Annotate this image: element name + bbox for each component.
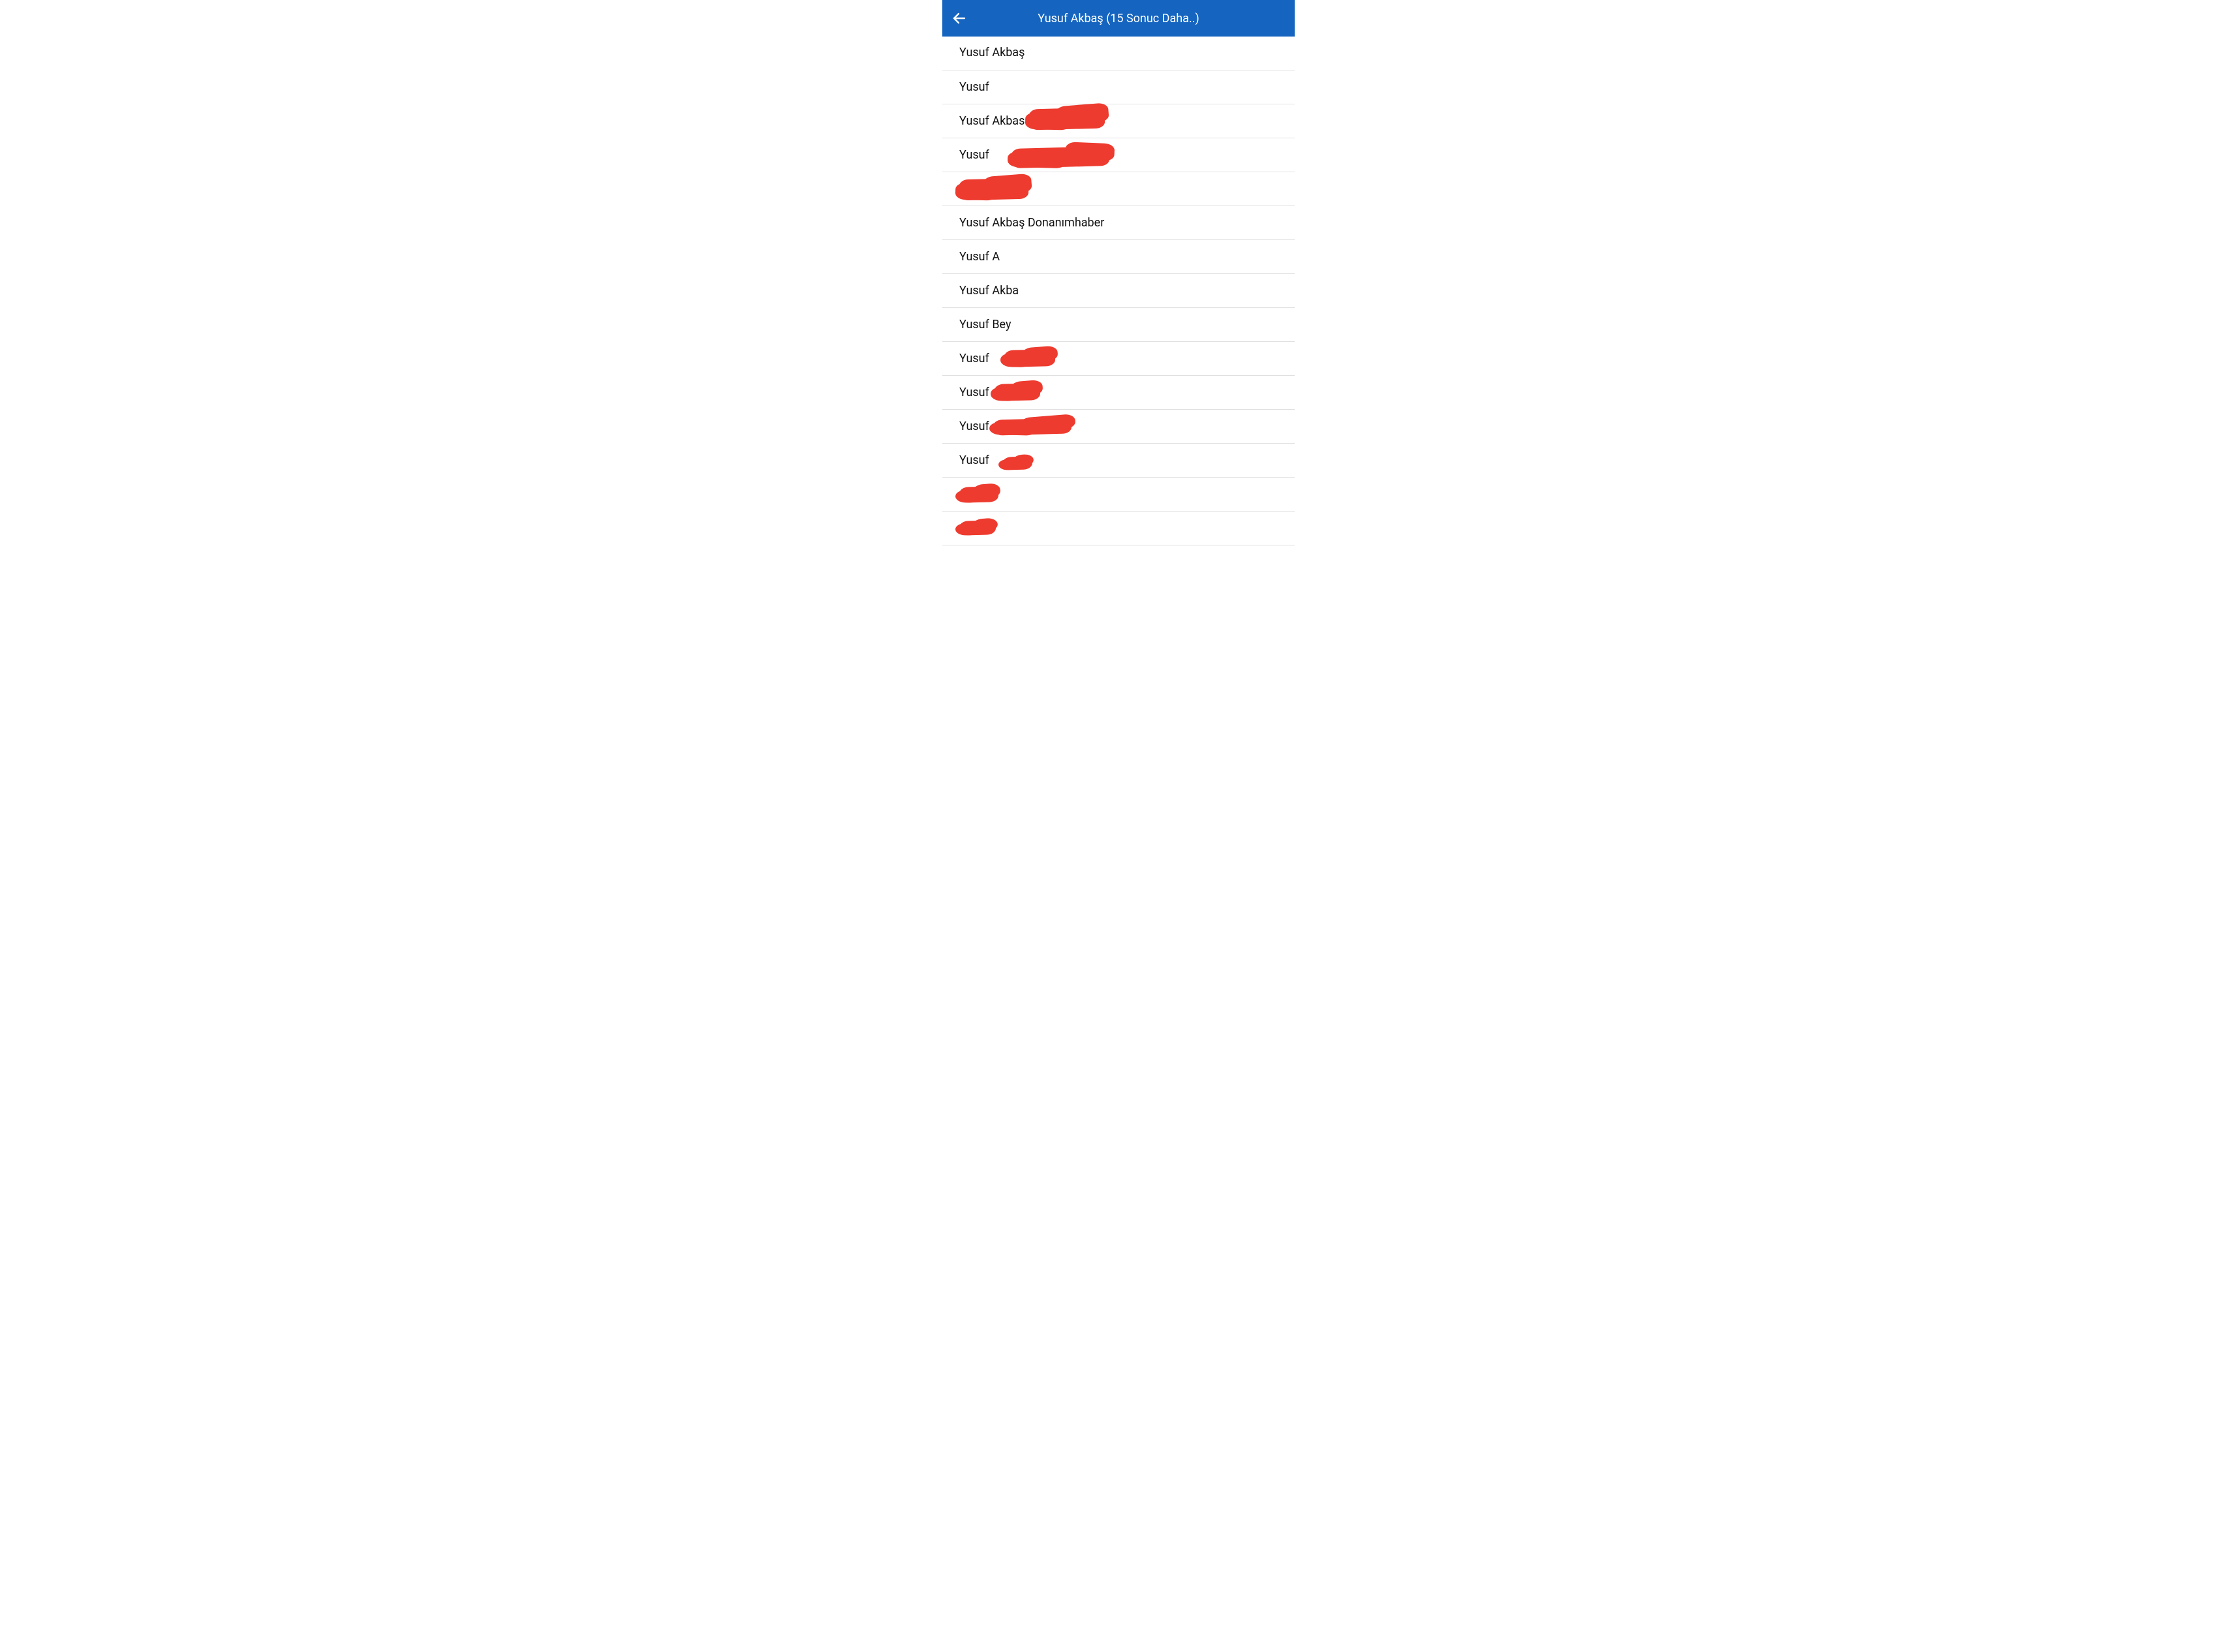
redaction-mark bbox=[993, 418, 1072, 435]
redaction-mark bbox=[959, 178, 1029, 201]
list-item[interactable]: Yusuf bbox=[942, 376, 1295, 410]
list-item[interactable]: Yusuf bbox=[942, 410, 1295, 444]
list-item-label: Yusuf bbox=[959, 80, 989, 94]
list-item-label: Yusuf Bey bbox=[959, 318, 1011, 331]
list-item[interactable]: Yusuf A bbox=[942, 240, 1295, 274]
list-item[interactable]: Yusuf Akbas bbox=[942, 104, 1295, 138]
list-item-label: Yusuf bbox=[959, 386, 989, 399]
list-item[interactable] bbox=[942, 478, 1295, 512]
list-item[interactable]: Yusuf bbox=[942, 70, 1295, 104]
redaction-mark bbox=[959, 520, 996, 535]
list-item[interactable]: Yusuf Bey bbox=[942, 308, 1295, 342]
redaction-mark bbox=[959, 486, 999, 503]
redaction-mark bbox=[1011, 146, 1110, 168]
list-item[interactable] bbox=[942, 172, 1295, 206]
list-item-label: Yusuf bbox=[959, 352, 989, 365]
results-list[interactable]: Yusuf Akbaş Yusuf Yusuf Akbas Yusuf Yusuf A… bbox=[942, 37, 1295, 545]
app-bar: Yusuf Akbaş (15 Sonuc Daha..) bbox=[942, 0, 1295, 37]
list-item-label: Yusuf A bbox=[959, 250, 1000, 264]
list-item[interactable]: Yusuf Akbaş bbox=[942, 37, 1295, 70]
list-item-label: Yusuf Akbas bbox=[959, 114, 1025, 128]
list-item-label: Yusuf bbox=[959, 148, 989, 162]
list-item[interactable] bbox=[942, 512, 1295, 545]
list-item-label: Yusuf Akbaş bbox=[959, 46, 1025, 59]
redaction-mark bbox=[1004, 349, 1056, 367]
list-item-label: Yusuf bbox=[959, 420, 989, 433]
list-item[interactable]: Yusuf Akbaş Donanımhaber bbox=[942, 206, 1295, 240]
redaction-mark bbox=[1002, 456, 1033, 470]
back-arrow-icon[interactable] bbox=[951, 10, 967, 26]
list-item[interactable]: Yusuf bbox=[942, 444, 1295, 478]
list-item[interactable]: Yusuf bbox=[942, 342, 1295, 376]
list-item-label: Yusuf Akbaş Donanımhaber bbox=[959, 216, 1104, 230]
list-item[interactable]: Yusuf bbox=[942, 138, 1295, 172]
page-title: Yusuf Akbaş (15 Sonuc Daha..) bbox=[942, 12, 1295, 25]
list-item-label: Yusuf Akba bbox=[959, 284, 1019, 298]
list-item[interactable]: Yusuf Akba bbox=[942, 274, 1295, 308]
redaction-mark bbox=[1029, 107, 1105, 130]
app-screen: Yusuf Akbaş (15 Sonuc Daha..) Yusuf Akba… bbox=[942, 0, 1295, 545]
list-item-label: Yusuf bbox=[959, 453, 989, 467]
redaction-mark bbox=[995, 383, 1041, 401]
